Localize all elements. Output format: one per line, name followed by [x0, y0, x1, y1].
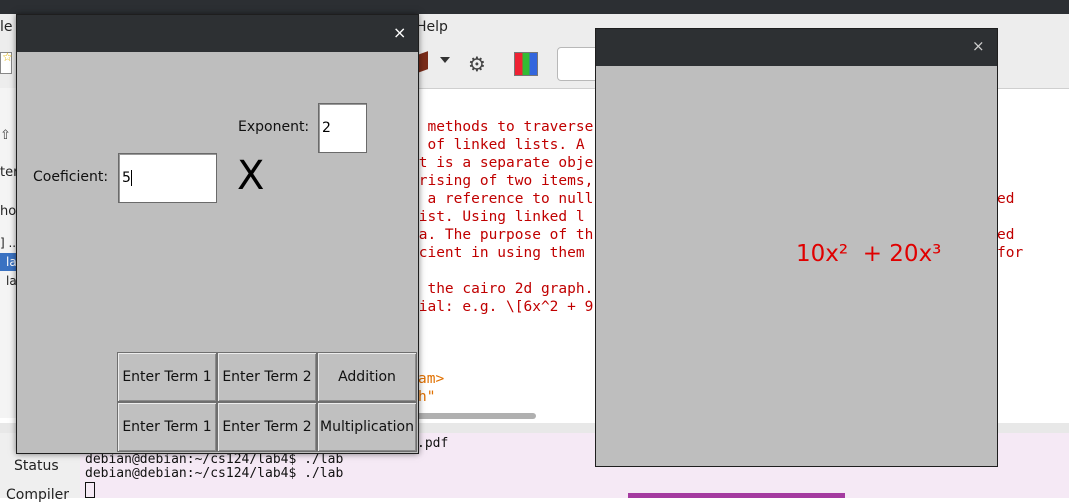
enter-term2-mult-button[interactable]: Enter Term 2	[217, 402, 317, 452]
editor-line: t of linked lists. A	[410, 137, 585, 153]
coefficient-field[interactable]: 5	[118, 153, 217, 203]
editor-line-fragment: ed	[997, 227, 1015, 243]
editor-line-fragment: for	[997, 245, 1024, 261]
editor-line-fragment: ed	[997, 191, 1015, 207]
tab-status[interactable]: Status	[14, 458, 59, 474]
terminal-line: .pdf	[417, 436, 449, 451]
result-titlebar[interactable]	[596, 29, 997, 66]
menu-item-partial[interactable]: le	[0, 19, 13, 35]
editor-line: s a reference to null	[410, 191, 594, 207]
exponent-label: Exponent:	[238, 119, 310, 135]
menu-item-help[interactable]: Help	[416, 19, 448, 35]
terminal-line: debian@debian:~/cs124/lab4$ ./lab	[85, 466, 344, 481]
dialog-titlebar[interactable]	[17, 15, 418, 52]
editor-line: h"	[418, 389, 436, 405]
enter-term1-add-button[interactable]: Enter Term 1	[117, 352, 217, 402]
polynomial-result-text: 10x² + 20x³	[796, 241, 942, 267]
exponent-field[interactable]: 2	[318, 103, 367, 153]
editor-line: icient in using them	[410, 245, 585, 261]
editor-line: s the cairo 2d graph.	[410, 281, 594, 297]
terminal-line: debian@debian:~/cs124/lab4$ ./lab	[85, 452, 344, 467]
sidebar-arrow-icon[interactable]: ⇧	[0, 128, 11, 143]
editor-line: am>	[418, 371, 445, 387]
coefficient-label: Coeficient:	[33, 169, 109, 185]
enter-term2-add-button[interactable]: Enter Term 2	[217, 352, 317, 402]
enter-term1-mult-button[interactable]: Enter Term 1	[117, 402, 217, 452]
editor-line: mial: e.g. \[6x^2 + 9	[410, 299, 594, 315]
coefficient-value: 5	[122, 170, 131, 186]
terminal-cursor	[85, 482, 95, 498]
gears-icon[interactable]: ⚙	[468, 52, 486, 76]
dropdown-arrow-icon[interactable]	[440, 57, 450, 63]
editor-horizontal-scrollbar[interactable]	[416, 413, 536, 419]
star-icon: ☆	[2, 50, 13, 64]
sidebar-fragment: ] ..	[0, 236, 17, 250]
tab-compiler[interactable]: Compiler	[6, 487, 69, 503]
editor-line: ta. The purpose of th	[410, 227, 594, 243]
taskbar-indicator	[628, 493, 845, 498]
close-icon[interactable]: ×	[393, 23, 406, 42]
variable-x-label: X	[237, 153, 265, 199]
color-chooser-icon[interactable]	[514, 52, 538, 76]
close-icon[interactable]: ×	[972, 37, 985, 55]
editor-line: prising of two items,	[410, 173, 594, 189]
text-caret	[130, 170, 132, 186]
editor-line: nt is a separate obje	[410, 155, 594, 171]
polynomial-input-dialog: × Exponent: 2 Coeficient: 5 X Enter Term…	[16, 14, 419, 454]
sidebar-fragment: ho	[0, 204, 17, 219]
editor-text-block: t methods to traverse t of linked lists.…	[410, 119, 593, 317]
editor-line: list. Using linked l	[410, 209, 585, 225]
addition-button[interactable]: Addition	[317, 352, 417, 402]
editor-line: t methods to traverse	[410, 119, 594, 135]
background-titlebar	[0, 0, 1069, 14]
multiplication-button[interactable]: Multiplication	[317, 402, 417, 452]
polynomial-result-window: × 10x² + 20x³	[595, 28, 998, 467]
